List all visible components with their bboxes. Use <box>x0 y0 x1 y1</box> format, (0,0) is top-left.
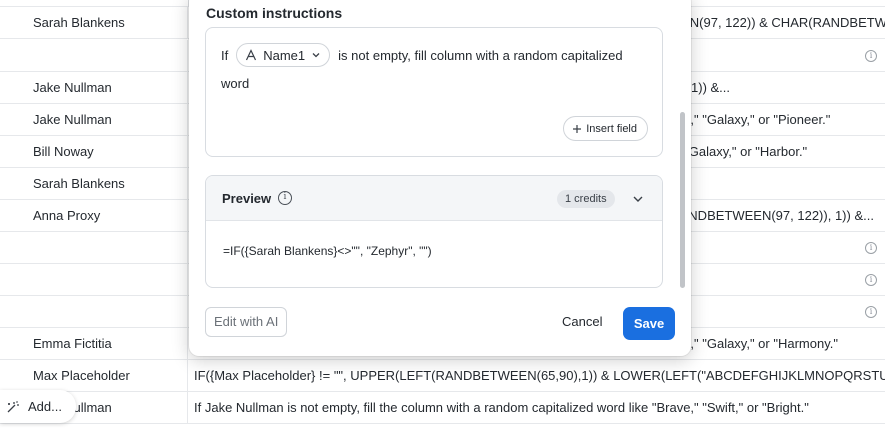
name-cell[interactable]: Emma Fictitia <box>0 328 188 360</box>
instruction-line-1: If Name1 is not empty, fill column with … <box>221 43 623 67</box>
name-cell[interactable] <box>0 40 188 72</box>
insert-field-label: Insert field <box>586 122 637 135</box>
instruction-suffix: is not empty, fill column with a random … <box>338 47 623 63</box>
name-cell[interactable]: Sarah Blankens <box>0 168 188 200</box>
value-cell[interactable]: IF({Max Placeholder} != "", UPPER(LEFT(R… <box>188 360 885 392</box>
field-chip-label: Name1 <box>263 47 306 63</box>
add-button[interactable]: Add... <box>0 390 76 423</box>
info-icon[interactable]: i <box>278 191 292 205</box>
preview-header[interactable]: Preview i 1 credits <box>206 176 662 221</box>
name-cell[interactable]: Max Placeholder <box>0 360 188 392</box>
dialog-title: Custom instructions <box>206 5 343 21</box>
name-cell[interactable]: Jake Nullman <box>0 72 188 104</box>
edit-with-ai-button[interactable]: Edit with AI <box>205 307 288 337</box>
text-type-icon <box>246 49 257 61</box>
value-cell[interactable]: If Jake Nullman is not empty, fill the c… <box>188 392 885 424</box>
cancel-button[interactable]: Cancel <box>562 314 602 329</box>
name-cell[interactable] <box>0 232 188 264</box>
preview-label: Preview <box>222 191 272 206</box>
table-row[interactable]: Max Placeholder IF({Max Placeholder} != "… <box>0 360 885 392</box>
chevron-down-icon[interactable] <box>632 193 644 205</box>
name-cell[interactable] <box>0 264 188 296</box>
field-chip-name1[interactable]: Name1 <box>236 43 331 67</box>
dialog-scrollbar[interactable] <box>680 112 685 288</box>
instruction-line-2: word <box>221 76 250 91</box>
info-icon[interactable]: i <box>865 50 877 62</box>
preview-formula: =IF({Sarah Blankens}<>"", "Zephyr", "") <box>223 244 432 258</box>
preview-panel: Preview i 1 credits =IF({Sarah Blankens}… <box>205 175 663 288</box>
instructions-editor[interactable]: If Name1 is not empty, fill column with … <box>205 27 663 157</box>
add-button-label: Add... <box>28 399 62 414</box>
name-cell[interactable]: Jake Nullman <box>0 104 188 136</box>
table-row[interactable]: Jake NullmanIf Jake Nullman is not empty… <box>0 392 885 424</box>
wand-icon <box>7 400 19 412</box>
info-icon[interactable]: i <box>865 274 877 286</box>
info-icon[interactable]: i <box>865 306 877 318</box>
name-cell[interactable] <box>0 296 188 328</box>
info-icon[interactable]: i <box>865 242 877 254</box>
instruction-prefix: If <box>221 47 229 63</box>
name-cell[interactable]: Anna Proxy <box>0 200 188 232</box>
save-button[interactable]: Save <box>623 307 675 340</box>
custom-instructions-dialog: Custom instructions If Name1 is not empt… <box>189 0 691 356</box>
plus-icon <box>573 124 582 133</box>
credits-badge: 1 credits <box>557 190 615 208</box>
chevron-down-icon <box>312 53 320 58</box>
name-cell[interactable]: Bill Noway <box>0 136 188 168</box>
name-cell[interactable]: Sarah Blankens <box>0 7 188 39</box>
insert-field-button[interactable]: Insert field <box>563 116 648 141</box>
